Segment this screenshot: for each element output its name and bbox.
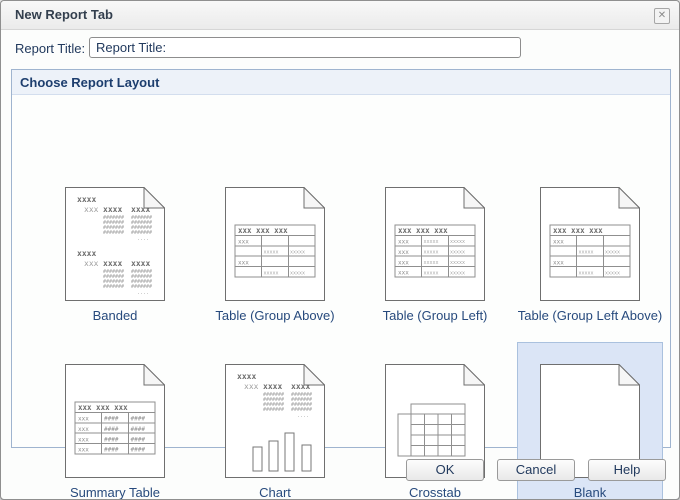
- svg-text:xxx: xxx: [238, 260, 249, 267]
- svg-text:xxxx: xxxx: [77, 249, 96, 258]
- svg-text:xxxxx: xxxxx: [424, 250, 439, 256]
- svg-text:xxxx: xxxx: [77, 195, 96, 204]
- svg-text:xxx: xxx: [84, 205, 99, 214]
- cancel-button[interactable]: Cancel: [497, 459, 575, 481]
- report-title-input[interactable]: [89, 37, 521, 58]
- svg-text:xxx: xxx: [398, 259, 409, 266]
- svg-text:xxxxx: xxxxx: [579, 271, 594, 277]
- svg-text:xxxxx: xxxxx: [450, 271, 465, 277]
- svg-text:xxxxx: xxxxx: [290, 271, 305, 277]
- svg-text:####: ####: [104, 426, 119, 433]
- svg-text:####: ####: [131, 436, 146, 443]
- svg-text:xxxxx: xxxxx: [605, 271, 620, 277]
- svg-text:xxx xxx xxx: xxx xxx xxx: [553, 226, 603, 235]
- svg-text:xxxxx: xxxxx: [264, 250, 279, 256]
- svg-text:....: ....: [137, 236, 149, 242]
- close-icon[interactable]: ✕: [654, 8, 670, 24]
- report-title-label: Report Title:: [15, 41, 85, 56]
- svg-text:xxxx: xxxx: [263, 382, 282, 391]
- svg-text:xxxx: xxxx: [291, 382, 310, 391]
- svg-text:xxxxx: xxxxx: [290, 250, 305, 256]
- svg-text:xxx: xxx: [398, 270, 409, 277]
- svg-text:xxx xxx xxx: xxx xxx xxx: [78, 403, 128, 412]
- new-report-tab-dialog: New Report Tab ✕ Report Title: Choose Re…: [0, 0, 680, 500]
- svg-text:xxxxx: xxxxx: [424, 239, 439, 245]
- svg-text:xxx: xxx: [238, 239, 249, 246]
- layout-tile-table-group-left[interactable]: xxx xxx xxx xxx xxxxxxxxxx xxx xxxxxxxxx…: [362, 166, 508, 330]
- svg-text:xxxx: xxxx: [131, 259, 150, 268]
- svg-text:####: ####: [131, 447, 146, 454]
- svg-text:xxx: xxx: [78, 426, 89, 433]
- layout-label: Banded: [93, 308, 138, 326]
- svg-text:####: ####: [131, 426, 146, 433]
- layout-tile-banded[interactable]: xxxx xxx xxxx xxxx ############## ######…: [42, 166, 188, 330]
- svg-text:xxxxx: xxxxx: [424, 260, 439, 266]
- svg-text:xxxxx: xxxxx: [605, 250, 620, 256]
- svg-text:#######: #######: [103, 284, 124, 290]
- layout-label: Table (Group Left): [383, 308, 488, 326]
- report-title-row: Report Title:: [1, 31, 679, 65]
- svg-text:xxx: xxx: [84, 259, 99, 268]
- dialog-title: New Report Tab: [15, 7, 113, 22]
- group-header: Choose Report Layout: [12, 70, 670, 95]
- layout-label: Table (Group Above): [215, 308, 334, 326]
- svg-text:xxx xxx xxx: xxx xxx xxx: [238, 226, 288, 235]
- layout-label: Summary Table: [70, 485, 160, 500]
- layout-label: Blank: [574, 485, 607, 500]
- svg-text:xxx xxx xxx: xxx xxx xxx: [398, 226, 448, 235]
- svg-text:#######: #######: [103, 230, 124, 236]
- svg-text:xxx: xxx: [78, 436, 89, 443]
- layout-tile-table-group-above[interactable]: xxx xxx xxx xxx xxxxx xxxxx xxx xxxxx xxxx…: [202, 166, 348, 330]
- layout-label: Chart: [259, 485, 291, 500]
- svg-text:xxxx: xxxx: [103, 259, 122, 268]
- svg-text:....: ....: [297, 413, 309, 419]
- svg-text:xxx: xxx: [244, 382, 259, 391]
- svg-text:xxxxx: xxxxx: [450, 250, 465, 256]
- svg-text:xxxxx: xxxxx: [264, 271, 279, 277]
- table-group-above-icon: xxx xxx xxx xxx xxxxx xxxxx xxx xxxxx xxxx…: [225, 187, 325, 301]
- svg-text:xxx: xxx: [398, 249, 409, 256]
- choose-report-layout-group: Choose Report Layout xxxx xxx xxxx xxxx …: [11, 69, 671, 448]
- title-bar: New Report Tab ✕: [1, 1, 679, 30]
- layout-tile-table-group-left-above[interactable]: xxx xxx xxx xxx xxxxx xxxxx xxx xxxxx xxxx…: [517, 166, 663, 330]
- chart-icon: xxxx xxx xxxx xxxx ############## ######…: [225, 364, 325, 478]
- svg-text:xxx: xxx: [78, 447, 89, 454]
- layout-label: Table (Group Left Above): [518, 308, 663, 326]
- layout-label: Crosstab: [409, 485, 461, 500]
- svg-text:xxx: xxx: [553, 260, 564, 267]
- svg-text:####: ####: [104, 447, 119, 454]
- svg-text:xxxx: xxxx: [103, 205, 122, 214]
- svg-text:xxxxx: xxxxx: [424, 271, 439, 277]
- help-button[interactable]: Help: [588, 459, 666, 481]
- svg-text:xxx: xxx: [78, 416, 89, 423]
- svg-text:####: ####: [104, 436, 119, 443]
- svg-text:xxxx: xxxx: [237, 372, 256, 381]
- svg-text:....: ....: [137, 290, 149, 296]
- svg-text:####: ####: [104, 416, 119, 423]
- layout-tile-chart[interactable]: xxxx xxx xxxx xxxx ############## ######…: [202, 342, 348, 500]
- svg-text:xxxxx: xxxxx: [579, 250, 594, 256]
- svg-text:xxx: xxx: [553, 239, 564, 246]
- layout-tile-summary-table[interactable]: xxx xxx xxx xxx #### #### xxx #### #### xx…: [42, 342, 188, 500]
- banded-icon: xxxx xxx xxxx xxxx ############## ######…: [65, 187, 165, 301]
- svg-text:xxxx: xxxx: [131, 205, 150, 214]
- summary-table-icon: xxx xxx xxx xxx #### #### xxx #### #### xx…: [65, 364, 165, 478]
- svg-text:####: ####: [131, 416, 146, 423]
- svg-text:#######: #######: [263, 407, 284, 413]
- svg-text:xxxxx: xxxxx: [450, 239, 465, 245]
- table-group-left-above-icon: xxx xxx xxx xxx xxxxx xxxxx xxx xxxxx xxxx…: [540, 187, 640, 301]
- table-group-left-icon: xxx xxx xxx xxx xxxxxxxxxx xxx xxxxxxxxx…: [385, 187, 485, 301]
- svg-text:xxx: xxx: [398, 239, 409, 246]
- svg-text:xxxxx: xxxxx: [450, 260, 465, 266]
- ok-button[interactable]: OK: [406, 459, 484, 481]
